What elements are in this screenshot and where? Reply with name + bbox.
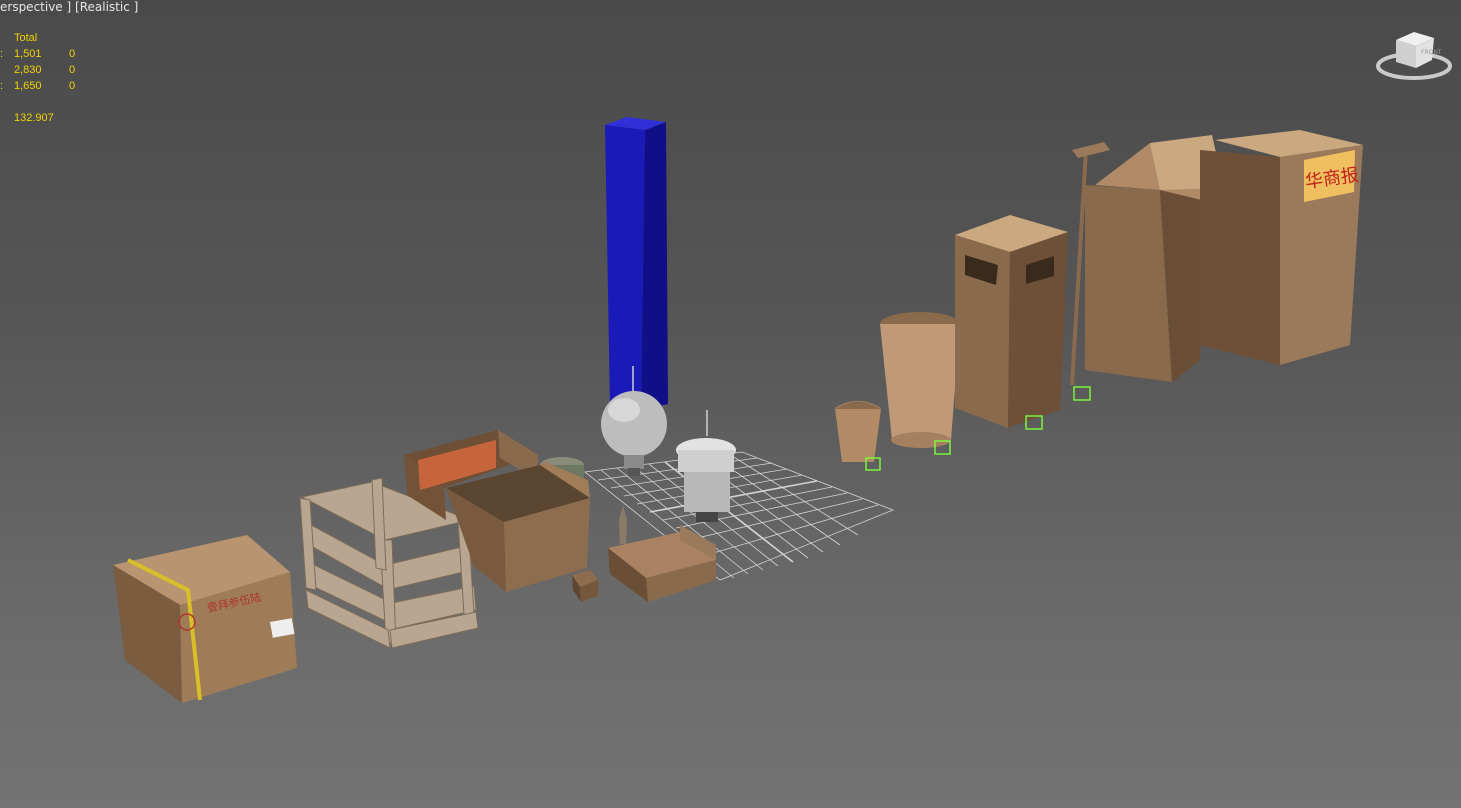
- trash-barrel[interactable]: [880, 312, 960, 448]
- wooden-crate[interactable]: [299, 477, 479, 649]
- viewport-scene[interactable]: 壹拜参伍陆 华商报: [0, 0, 1461, 808]
- cardboard-box[interactable]: 壹拜参伍陆: [113, 0, 297, 703]
- waste-bin-kiosk[interactable]: [955, 215, 1068, 428]
- kiosk-booth[interactable]: 华商报: [1200, 130, 1363, 365]
- bucket[interactable]: [835, 400, 881, 463]
- viewcube[interactable]: FRONT: [1376, 28, 1452, 84]
- lantern-light[interactable]: [676, 410, 736, 522]
- viewcube-face-label: FRONT: [1421, 49, 1442, 56]
- small-bottle[interactable]: [619, 505, 627, 544]
- small-box-piece[interactable]: [572, 570, 598, 602]
- blue-column[interactable]: [605, 117, 668, 410]
